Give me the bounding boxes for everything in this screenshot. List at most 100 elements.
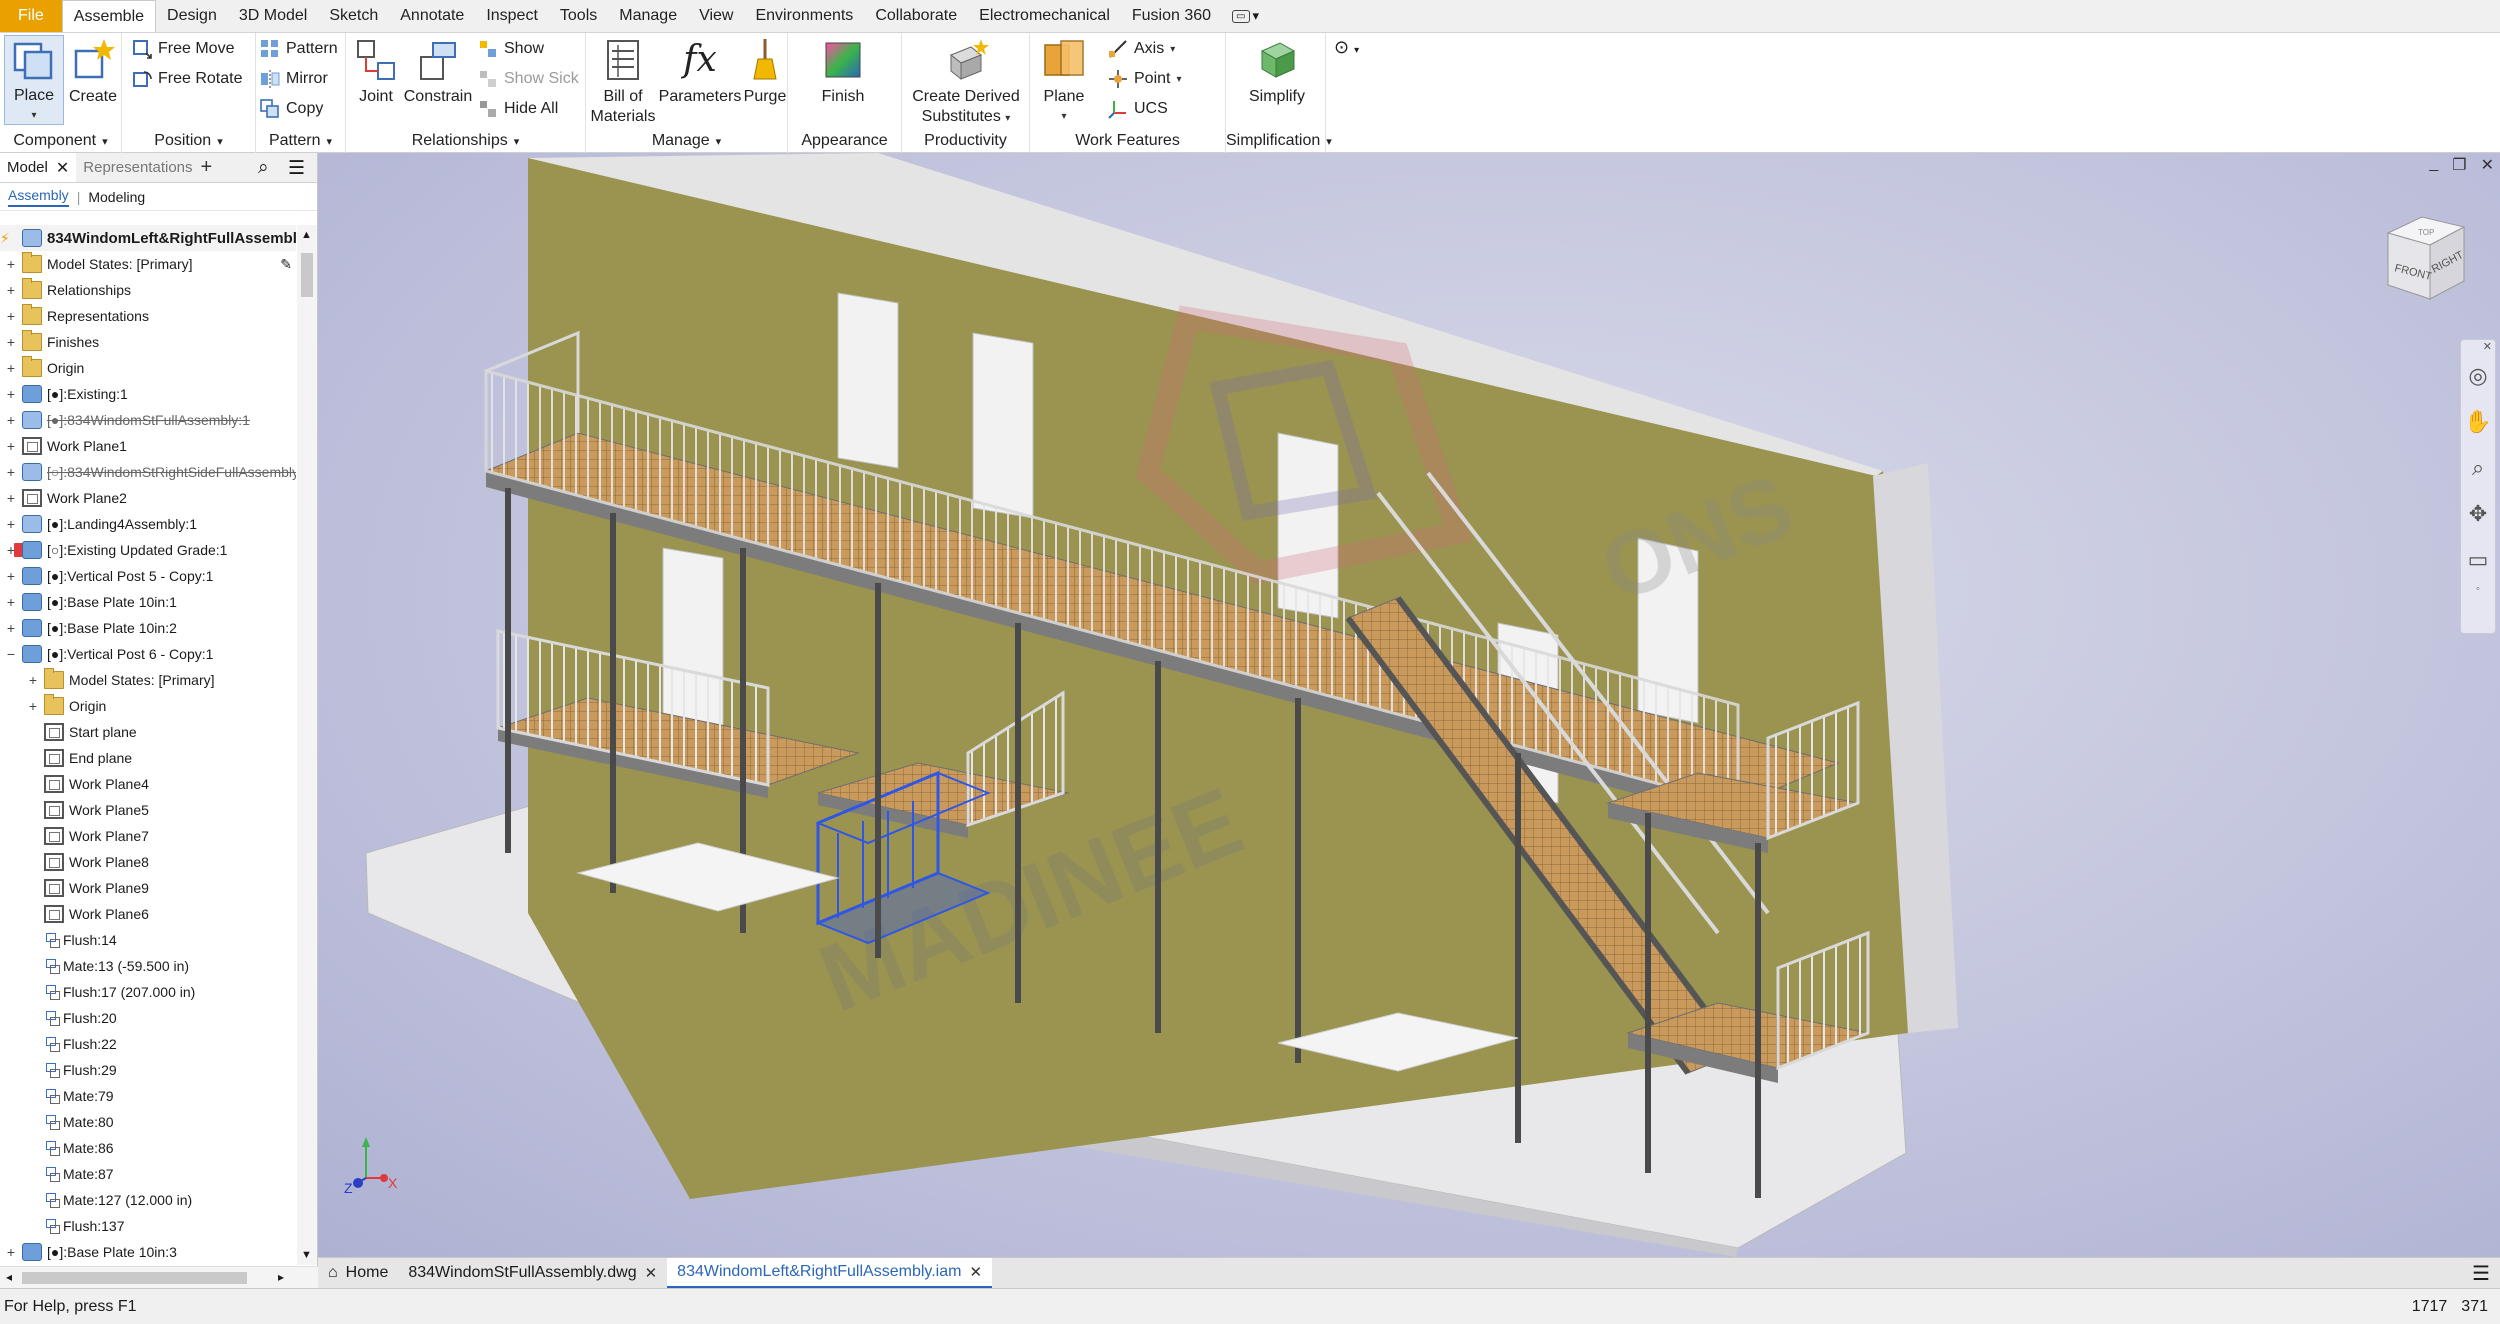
expand-icon[interactable]: + <box>4 386 18 402</box>
axis-button[interactable]: Axis ▾ <box>1108 35 1175 63</box>
menu-tab-environments[interactable]: Environments <box>744 0 864 32</box>
menu-tab-collaborate[interactable]: Collaborate <box>864 0 968 32</box>
ribbon-display-toggle[interactable]: ▭ ▾ <box>1222 0 1259 32</box>
manage-panel-title[interactable]: Manage ▾ <box>586 132 787 150</box>
navbar-options-icon[interactable]: ◦ <box>2461 583 2495 595</box>
collapse-icon[interactable]: − <box>4 646 18 662</box>
purge-button[interactable]: Purge <box>742 37 788 107</box>
free-rotate-button[interactable]: Free Rotate <box>132 65 242 93</box>
tree-node[interactable]: + Origin <box>0 355 296 381</box>
hide-all-button[interactable]: Hide All <box>478 95 558 123</box>
steering-wheel-icon[interactable]: ◎ <box>2461 353 2495 399</box>
view-cube[interactable]: FRONT RIGHT TOP <box>2378 211 2474 311</box>
pattern-button[interactable]: Pattern <box>260 35 338 63</box>
document-menu-icon[interactable]: ☰ <box>2472 1261 2500 1286</box>
expand-icon[interactable]: + <box>4 490 18 506</box>
tab-representations[interactable]: Representations + <box>76 153 219 182</box>
minimize-icon[interactable]: _ <box>2429 155 2438 175</box>
menu-tab-inspect[interactable]: Inspect <box>475 0 549 32</box>
tree-node[interactable]: Work Plane5 <box>0 797 296 823</box>
menu-tab-assemble[interactable]: Assemble <box>61 0 157 32</box>
search-icon[interactable]: ⌕ <box>258 157 269 179</box>
tree-node[interactable]: + [●]:Vertical Post 5 - Copy:1 <box>0 563 296 589</box>
tree-node[interactable]: ⚡ 834WindomLeft&RightFullAssembly <box>0 225 296 251</box>
expand-icon[interactable]: + <box>4 594 18 610</box>
menu-tab-manage[interactable]: Manage <box>608 0 688 32</box>
menu-tab-design[interactable]: Design <box>156 0 228 32</box>
expand-icon[interactable]: + <box>26 672 40 688</box>
orbit-icon[interactable]: ✥ <box>2461 491 2495 537</box>
point-button[interactable]: Point ▾ <box>1108 65 1182 93</box>
expand-icon[interactable]: + <box>4 412 18 428</box>
assembly-3d-scene[interactable]: MADINEE ONS <box>318 153 2500 1257</box>
tree-node[interactable]: Mate:86 <box>0 1135 296 1161</box>
tree-node[interactable]: − [●]:Vertical Post 6 - Copy:1 <box>0 641 296 667</box>
tree-node[interactable]: Mate:80 <box>0 1109 296 1135</box>
tree-node[interactable]: + Model States: [Primary] ✎ <box>0 251 296 277</box>
menu-tab-sketch[interactable]: Sketch <box>318 0 389 32</box>
graphics-viewport[interactable]: MADINEE ONS _ ❐ ✕ FRONT RIGHT TOP ✕ ◎ ✋ … <box>318 153 2500 1257</box>
tree-node[interactable]: + Work Plane1 <box>0 433 296 459</box>
close-tab-icon[interactable]: ✕ <box>969 1263 982 1281</box>
close-viewport-icon[interactable]: ✕ <box>2481 155 2494 175</box>
tree-node[interactable]: Flush:14 <box>0 927 296 953</box>
document-tab[interactable]: 834WindomStFullAssembly.dwg ✕ <box>398 1258 667 1288</box>
tree-node[interactable]: Flush:22 <box>0 1031 296 1057</box>
quick-access-dropdown-icon[interactable]: ⊙ ▾ <box>1334 37 1359 58</box>
create-button[interactable]: Create <box>68 37 118 107</box>
close-icon[interactable]: ✕ <box>56 158 69 178</box>
parameters-button[interactable]: fx Parameters <box>658 37 742 107</box>
show-sick-button[interactable]: Show Sick <box>478 65 579 93</box>
tree-node[interactable]: + [○]:834WindomStRightSideFullAssembly: <box>0 459 296 485</box>
tree-node[interactable]: Start plane <box>0 719 296 745</box>
expand-icon[interactable]: + <box>4 542 18 558</box>
tree-node[interactable]: Mate:13 (-59.500 in) <box>0 953 296 979</box>
expand-icon[interactable]: + <box>4 282 18 298</box>
mirror-button[interactable]: Mirror <box>260 65 328 93</box>
tree-node[interactable]: + [●]:Landing4Assembly:1 <box>0 511 296 537</box>
tree-node[interactable]: + Origin <box>0 693 296 719</box>
relationships-panel-title[interactable]: Relationships ▾ <box>346 132 585 150</box>
menu-tab-fusion-360[interactable]: Fusion 360 <box>1121 0 1222 32</box>
bill-of-materials-button[interactable]: Bill of Materials <box>590 37 656 127</box>
tab-model[interactable]: Model ✕ <box>0 153 77 182</box>
plane-button[interactable]: Plane ▾ <box>1034 37 1094 127</box>
subtab-modeling[interactable]: Modeling <box>88 189 145 205</box>
expand-icon[interactable]: + <box>26 698 40 714</box>
create-derived-substitutes-button[interactable]: Create Derived Substitutes ▾ <box>904 37 1028 129</box>
tree-node[interactable]: Flush:29 <box>0 1057 296 1083</box>
simplify-button[interactable]: Simplify <box>1242 37 1312 107</box>
tree-node[interactable]: Mate:87 <box>0 1161 296 1187</box>
add-tab-icon[interactable]: + <box>201 156 213 179</box>
tree-node[interactable]: Mate:79 <box>0 1083 296 1109</box>
restore-icon[interactable]: ❐ <box>2452 155 2466 175</box>
menu-tab-tools[interactable]: Tools <box>549 0 608 32</box>
menu-tab-3d-model[interactable]: 3D Model <box>228 0 318 32</box>
edit-pencil-icon[interactable]: ✎ <box>280 256 292 273</box>
home-tab[interactable]: ⌂ Home <box>318 1258 398 1288</box>
hscroll-thumb[interactable] <box>22 1272 247 1284</box>
tree-node[interactable]: Mate:127 (12.000 in) <box>0 1187 296 1213</box>
pattern-panel-title[interactable]: Pattern ▾ <box>256 132 345 150</box>
expand-icon[interactable]: + <box>4 334 18 350</box>
tree-node[interactable]: Work Plane8 <box>0 849 296 875</box>
tree-node[interactable]: Work Plane4 <box>0 771 296 797</box>
tree-node[interactable]: + Work Plane2 <box>0 485 296 511</box>
component-panel-title[interactable]: Component ▾ <box>0 132 121 150</box>
expand-icon[interactable]: + <box>4 360 18 376</box>
menu-tab-file[interactable]: File <box>0 0 62 32</box>
document-tab[interactable]: 834WindomLeft&RightFullAssembly.iam ✕ <box>667 1258 993 1288</box>
expand-icon[interactable]: + <box>4 256 18 272</box>
look-at-icon[interactable]: ▭ <box>2461 537 2495 583</box>
tree-node[interactable]: Work Plane9 <box>0 875 296 901</box>
expand-icon[interactable]: + <box>4 464 18 480</box>
tree-node[interactable]: + Relationships <box>0 277 296 303</box>
menu-tab-view[interactable]: View <box>688 0 744 32</box>
position-panel-title[interactable]: Position ▾ <box>122 132 255 150</box>
free-move-button[interactable]: Free Move <box>132 35 234 63</box>
tree-node[interactable]: Flush:20 <box>0 1005 296 1031</box>
tree-node[interactable]: + [●]:Base Plate 10in:2 <box>0 615 296 641</box>
tree-node[interactable]: + Model States: [Primary] <box>0 667 296 693</box>
tree-scrollbar[interactable]: ▲ ▼ <box>297 225 317 1265</box>
expand-icon[interactable]: + <box>4 1244 18 1260</box>
